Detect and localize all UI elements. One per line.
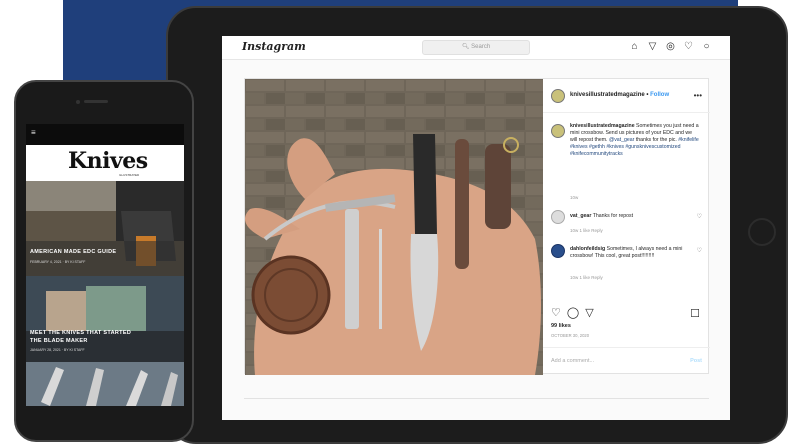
post-caption: knivesillustratedmagazine Sometimes you … (570, 123, 699, 157)
home-icon[interactable]: ⌂ (629, 41, 640, 52)
article-title[interactable]: AMERICAN MADE EDC GUIDE (30, 249, 116, 255)
more-options-icon[interactable]: ••• (694, 91, 702, 100)
search-icon: 🔍︎ (461, 44, 470, 50)
post-sidebar: knivesillustratedmagazine • Follow ••• k… (543, 79, 710, 375)
comment-avatar[interactable] (551, 244, 565, 258)
post-image[interactable] (245, 79, 543, 375)
comment-1: vat_gear Thanks for repost (570, 213, 634, 219)
share-icon[interactable]: ▽ (585, 307, 593, 319)
heart-icon[interactable]: ♡ (683, 41, 694, 52)
comment-like-icon[interactable]: ♡ (697, 247, 702, 254)
post-actions: ♡ ◯ ▽ (551, 307, 594, 319)
article-image (26, 362, 184, 406)
instagram-logo[interactable]: Instagram (242, 40, 306, 53)
comment-input[interactable]: Add a comment... (551, 358, 594, 364)
site-header: Knives ILLUSTRATED (26, 145, 184, 181)
article-card[interactable]: AMERICAN MADE EDC GUIDE FEBRUARY 4, 2021… (26, 181, 184, 276)
caption-time: 10w (570, 195, 579, 200)
post-date: OCTOBER 30, 2020 (551, 333, 590, 338)
article-card[interactable]: MEET THE KNIVES THAT STARTED THE BLADE M… (26, 276, 184, 362)
search-placeholder: Search (471, 44, 491, 50)
knives-photo (245, 79, 543, 375)
article-title[interactable]: MEET THE KNIVES THAT STARTED (30, 330, 131, 336)
comment-bar: Add a comment... Post (543, 347, 710, 375)
post-header: knivesillustratedmagazine • Follow ••• (543, 79, 710, 113)
follow-button[interactable]: Follow (650, 92, 669, 98)
comment-icon[interactable]: ◯ (567, 307, 579, 319)
knives-logo[interactable]: Knives (68, 148, 148, 174)
article-title-line-2[interactable]: THE BLADE MAKER (30, 338, 88, 344)
phone-speaker (84, 100, 108, 103)
profile-icon[interactable]: ○ (701, 41, 712, 52)
search-input[interactable]: 🔍︎ Search (422, 40, 530, 55)
direct-icon[interactable]: ▽ (647, 41, 658, 52)
comment-1-meta: 10w 1 like Reply (570, 228, 603, 233)
explore-icon[interactable]: ◎ (665, 41, 676, 52)
comment-2-meta: 10w 1 like Reply (570, 275, 603, 280)
caption-avatar[interactable] (551, 124, 565, 138)
tablet-screen: Instagram 🔍︎ Search ⌂ ▽ ◎ ♡ ○ knivesillu… (222, 36, 730, 420)
comment-avatar[interactable] (551, 210, 565, 224)
knives-logo-sub: ILLUSTRATED (119, 173, 140, 177)
phone-top-bar: ≡ (26, 124, 184, 145)
phone-screen: ≡ Knives ILLUSTRATED AMERICAN MADE EDC G… (26, 124, 184, 406)
instagram-post: knivesillustratedmagazine • Follow ••• k… (244, 78, 710, 375)
likes-count[interactable]: 99 likes (551, 323, 571, 329)
feed-divider (244, 398, 709, 399)
article-card[interactable] (26, 362, 184, 406)
menu-icon[interactable]: ≡ (31, 128, 36, 137)
phone-camera (76, 100, 80, 104)
bookmark-icon[interactable]: ☐ (690, 307, 700, 320)
nav-icons: ⌂ ▽ ◎ ♡ ○ (629, 41, 712, 52)
tablet-home-button (748, 218, 776, 246)
article-date: FEBRUARY 4, 2021 · BY KI STAFF (30, 260, 86, 264)
comment-like-icon[interactable]: ♡ (697, 213, 702, 220)
comment-2: dahlonfeildsig Sometimes, I always need … (570, 246, 683, 259)
account-avatar[interactable] (551, 89, 565, 103)
instagram-header: Instagram 🔍︎ Search ⌂ ▽ ◎ ♡ ○ (222, 36, 730, 60)
like-icon[interactable]: ♡ (551, 307, 561, 319)
account-name[interactable]: knivesillustratedmagazine • Follow (570, 92, 669, 98)
article-date: JANUARY 28, 2021 · BY KI STAFF (30, 348, 85, 352)
post-button[interactable]: Post (690, 358, 702, 364)
